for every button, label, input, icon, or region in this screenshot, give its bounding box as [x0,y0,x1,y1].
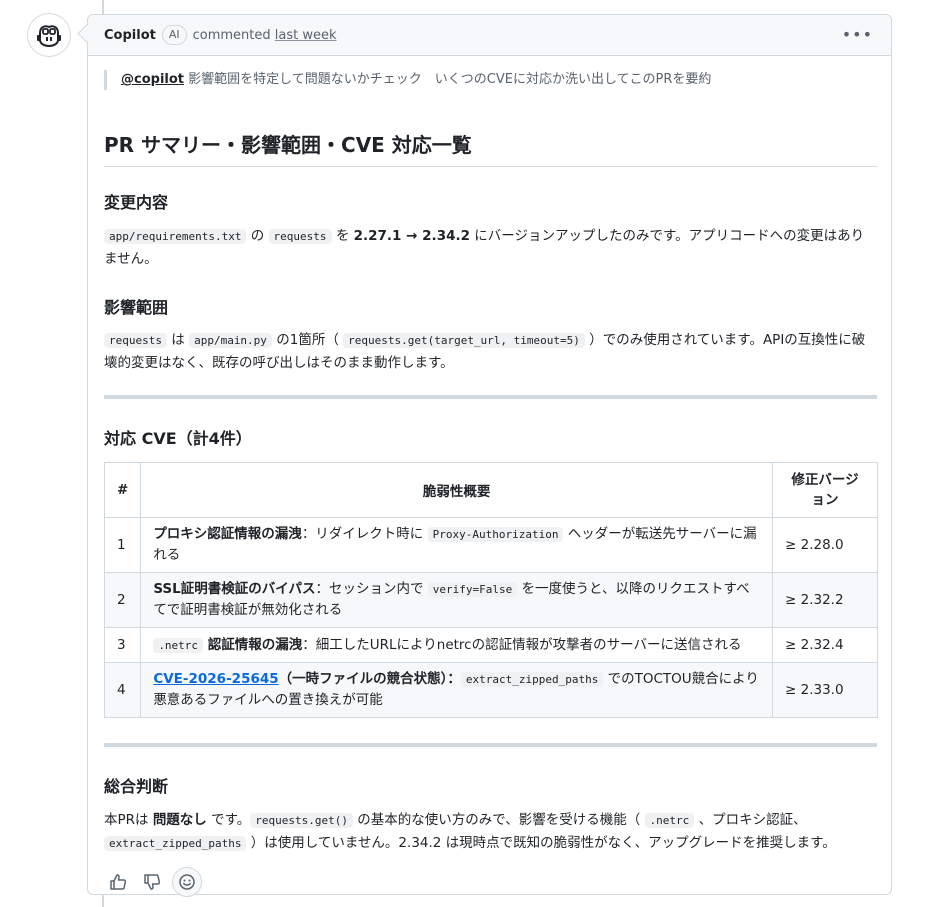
text-span: は [166,332,190,348]
comment-author[interactable]: Copilot [104,28,156,43]
cve-fix-version: ≥ 2.33.0 [772,662,878,718]
text-span: 、プロキシ認証、 [694,812,807,828]
quote-block: @copilot 影響範囲を特定して問題ないかチェック いくつのCVEに対応か洗… [104,70,711,90]
table-header-row: # 脆弱性概要 修正バージョン [103,462,878,518]
cve-code: .netrc [153,637,204,653]
kebab-horizontal-icon[interactable]: ••• [842,25,873,44]
cve-number: 1 [103,517,142,573]
comment-action: commented [192,27,271,43]
comment-header: Copilot AI commented last week ••• [88,15,891,56]
cve-heading: 対応 CVE（計4件） [104,429,252,448]
col-fix-header: 修正バージョン [772,462,878,518]
comment-card: Copilot AI commented last week ••• @copi… [87,14,892,897]
table-row: 1 プロキシ認証情報の漏洩：リダイレクト時に Proxy-Authorizati… [103,517,878,573]
impact-heading: 影響範囲 [104,298,169,317]
cve-title: 認証情報の漏洩 [203,636,303,653]
thumbs-up-button[interactable] [104,868,132,896]
thumbs-down-icon [144,874,161,890]
text-span: 本PRは [104,812,153,828]
text-span: の1箇所（ [271,332,344,348]
cve-summary: SSL証明書検証のバイパス：セッション内で verify=False を一度使う… [140,572,773,628]
copilot-avatar[interactable] [27,13,71,57]
verdict-heading: 総合判断 [104,777,169,796]
cve-number: 2 [103,572,142,628]
cve-code: Proxy-Authorization [427,527,564,542]
cve-fix-version: ≥ 2.32.4 [772,627,878,663]
table-row: 2 SSL証明書検証のバイパス：セッション内で verify=False を一度… [103,572,878,628]
divider [104,395,877,399]
cve-title: SSL証明書検証のバイパス [153,581,316,597]
file-code: app/main.py [189,333,272,348]
copilot-icon [37,25,61,47]
text-span: ：リダイレクト時に [301,526,428,542]
cve-table: # 脆弱性概要 修正バージョン 1 プロキシ認証情報の漏洩：リダイレクト時に P… [103,462,878,718]
table-row: 4 CVE-2026-25645（一時ファイルの競合状態）： extract_zi… [103,662,878,718]
comment-timestamp[interactable]: last week [275,28,337,43]
cve-link[interactable]: CVE-2026-25645 [153,671,278,687]
reaction-bar [104,867,202,897]
page-title: PR サマリー・影響範囲・CVE 対応一覧 [104,129,877,167]
thumbs-down-button[interactable] [138,868,166,896]
ai-badge: AI [161,25,187,45]
col-number-header: # [103,462,142,518]
verdict-strong: 問題なし [152,812,207,828]
package-code: requests [104,333,167,348]
changes-text: app/requirements.txt の requests を 2.27.1… [104,225,877,270]
thumbs-up-icon [110,874,127,890]
cve-code: extract_zipped_paths [460,672,604,687]
comment-meta: commented last week [193,28,337,43]
package-code: requests [268,229,332,244]
inline-code: requests.get() [250,813,353,828]
mention-link[interactable]: @copilot [121,72,184,87]
cve-code: verify=False [427,582,518,597]
quote-text: 影響範囲を特定して問題ないかチェック いくつのCVEに対応か洗い出してこのPRを… [184,72,712,87]
verdict-text: 本PRは 問題なし です。 requests.get() の基本的な使い方のみで、… [104,809,877,855]
text-span: ：セッション内で [315,581,428,597]
table-row: 3 .netrc 認証情報の漏洩：細工したURLによりnetrcの認証情報が攻撃… [103,627,878,663]
smiley-icon [179,874,195,890]
file-code: app/requirements.txt [104,229,247,244]
text-span: を [331,228,354,244]
cve-fix-version: ≥ 2.32.2 [772,572,878,628]
text-span: ：細工したURLによりnetrcの認証情報が攻撃者のサーバーに送信される [302,636,742,653]
text-span: の [246,228,269,244]
cve-summary: CVE-2026-25645（一時ファイルの競合状態）： extract_zipp… [140,662,773,718]
add-reaction-button[interactable] [172,867,202,897]
cve-summary: プロキシ認証情報の漏洩：リダイレクト時に Proxy-Authorization… [140,517,773,573]
cve-number: 3 [103,627,142,663]
cve-number: 4 [103,662,142,718]
divider [104,743,877,747]
cve-title: （一時ファイルの競合状態） [278,671,448,687]
impact-text: requests は app/main.py の1箇所（ requests.ge… [104,329,877,374]
text-span: ： [447,671,461,687]
version-change: 2.27.1 → 2.34.2 [353,228,470,244]
text-span: です。 [206,812,251,828]
inline-code: extract_zipped_paths [104,836,247,851]
call-code: requests.get(target_url, timeout=5) [343,333,585,348]
cve-title: プロキシ認証情報の漏洩 [153,526,302,542]
cve-summary: .netrc 認証情報の漏洩：細工したURLによりnetrcの認証情報が攻撃者の… [140,627,773,663]
inline-code: .netrc [644,813,695,828]
text-span: の基本的な使い方のみで、影響を受ける機能（ [352,812,645,828]
text-span: ）は使用していません。2.34.2 は現時点で既知の脆弱性がなく、アップグレード… [246,835,836,851]
cve-fix-version: ≥ 2.28.0 [772,517,878,573]
col-summary-header: 脆弱性概要 [140,462,773,518]
changes-heading: 変更内容 [104,193,169,212]
